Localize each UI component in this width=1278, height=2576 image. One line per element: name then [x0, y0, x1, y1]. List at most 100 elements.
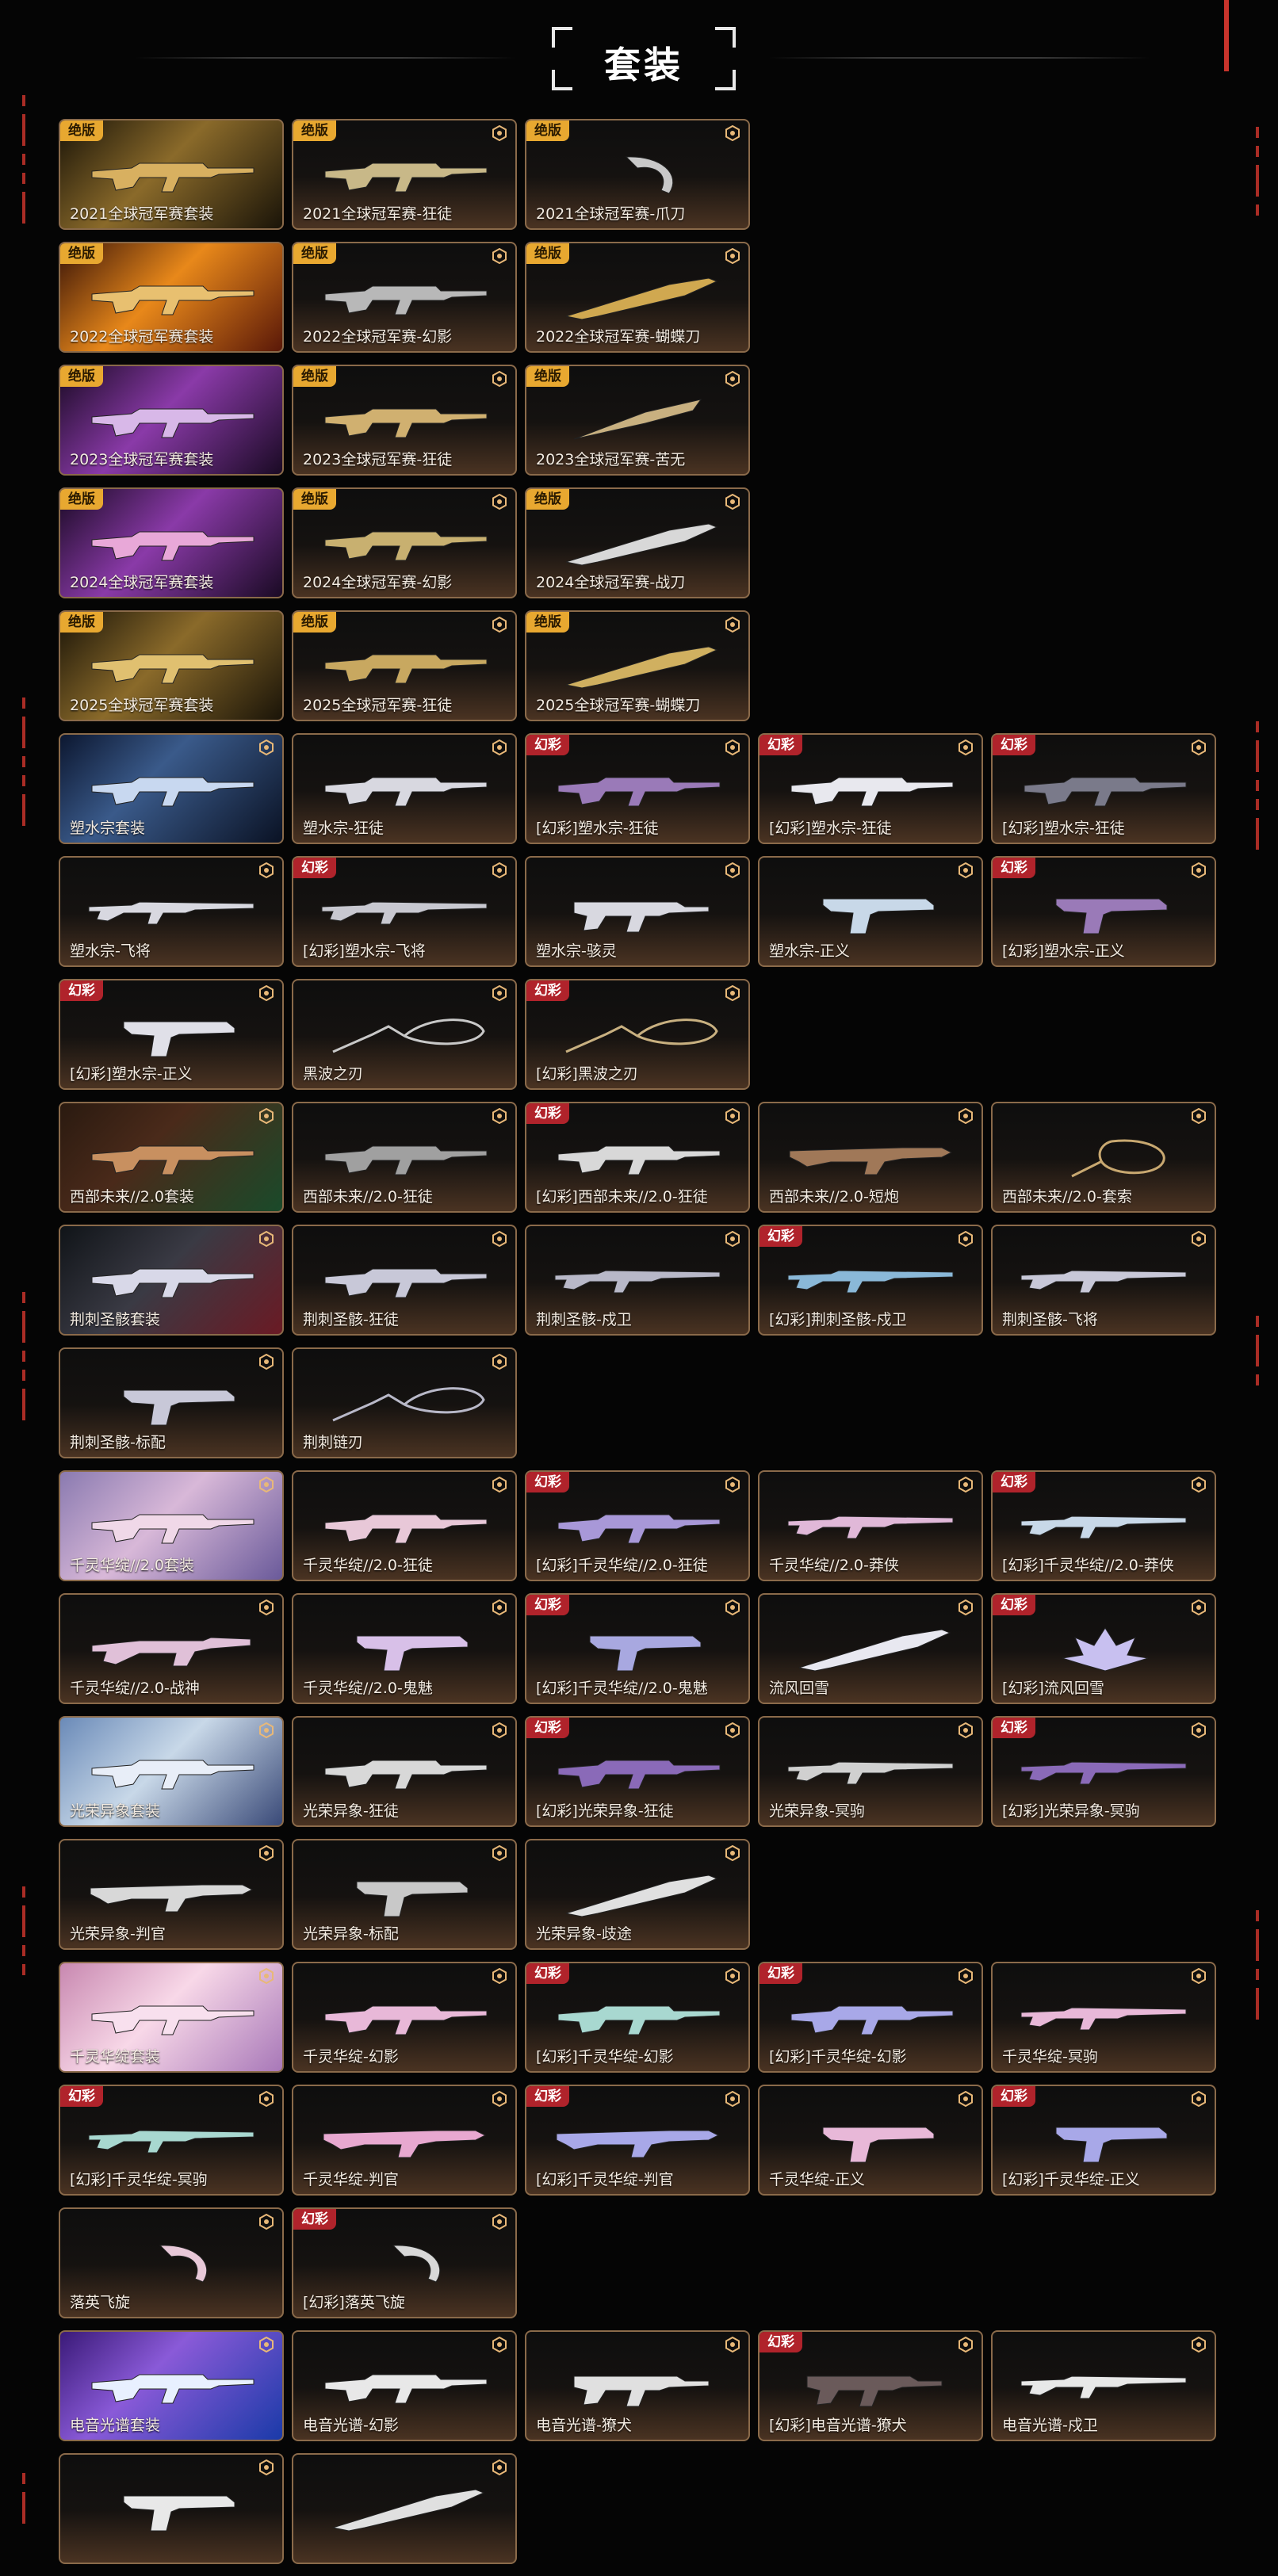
bundle-card[interactable]: 千灵华绽//2.0套装 [59, 1470, 284, 1581]
skin-card[interactable] [59, 2453, 284, 2564]
knife-icon [565, 1875, 718, 1917]
skin-card[interactable]: 塑水宗-飞将 [59, 856, 284, 967]
rifle-icon [91, 1514, 254, 1544]
skin-card[interactable]: 绝版 2023全球冠军赛-苦无 [525, 365, 750, 476]
rifle-icon [324, 1268, 488, 1298]
sniper-icon [1020, 1270, 1187, 1294]
bundle-card[interactable]: 绝版 2021全球冠军赛套装 [59, 119, 284, 230]
tier-icon [259, 1354, 274, 1370]
skin-card[interactable]: 幻彩 [幻彩]千灵华绽-判官 [525, 2085, 750, 2196]
skin-card[interactable]: 千灵华绽//2.0-鬼魅 [292, 1593, 517, 1704]
skin-card[interactable]: 幻彩 [幻彩]塑水宗-正义 [59, 979, 284, 1090]
bundle-card[interactable]: 绝版 2023全球冠军赛套装 [59, 365, 284, 476]
skin-card[interactable]: 千灵华绽-判官 [292, 2085, 517, 2196]
bundle-card[interactable]: 塑水宗套装 [59, 733, 284, 844]
skin-card[interactable]: 绝版 2021全球冠军赛-狂徒 [292, 119, 517, 230]
chroma-badge: 幻彩 [60, 2086, 103, 2107]
skin-card[interactable]: 电音光谱-戍卫 [991, 2330, 1216, 2441]
skin-card[interactable]: 西部未来//2.0-短炮 [758, 1102, 983, 1213]
skin-card[interactable]: 幻彩 [幻彩]塑水宗-正义 [991, 856, 1216, 967]
bundle-card[interactable]: 西部未来//2.0套装 [59, 1102, 284, 1213]
skin-card[interactable]: 幻彩 [幻彩]塑水宗-狂徒 [991, 733, 1216, 844]
skin-card[interactable]: 幻彩 [幻彩]荆刺圣骸-戍卫 [758, 1225, 983, 1336]
chroma-badge: 幻彩 [993, 1472, 1035, 1492]
tier-icon [259, 2459, 274, 2475]
skin-card[interactable]: 千灵华绽//2.0-狂徒 [292, 1470, 517, 1581]
bundle-card[interactable]: 绝版 2022全球冠军赛套装 [59, 242, 284, 353]
skin-name: [幻彩]塑水宗-狂徒 [769, 820, 892, 837]
sniper-icon [1020, 1515, 1187, 1539]
skin-name: 2021全球冠军赛套装 [70, 205, 214, 223]
skin-card[interactable]: 幻彩 [幻彩]塑水宗-狂徒 [525, 733, 750, 844]
skin-card[interactable]: 光荣异象-冥驹 [758, 1716, 983, 1827]
skin-card[interactable]: 幻彩 [幻彩]黑波之刃 [525, 979, 750, 1090]
skin-card[interactable]: 塑水宗-骇灵 [525, 856, 750, 967]
skin-card[interactable]: 绝版 2025全球冠军赛-狂徒 [292, 610, 517, 721]
skin-card[interactable]: 塑水宗-正义 [758, 856, 983, 967]
skin-name: 荆刺圣骸套装 [70, 1311, 161, 1328]
skin-card[interactable]: 幻彩 [幻彩]千灵华绽-正义 [991, 2085, 1216, 2196]
skin-card[interactable]: 绝版 2024全球冠军赛-幻影 [292, 487, 517, 598]
skin-card[interactable]: 光荣异象-标配 [292, 1839, 517, 1950]
skin-card[interactable]: 荆刺圣骸-狂徒 [292, 1225, 517, 1336]
skin-card[interactable]: 落英飞旋 [59, 2207, 284, 2318]
skin-card[interactable]: 电音光谱-幻影 [292, 2330, 517, 2441]
bundle-card[interactable]: 绝版 2024全球冠军赛套装 [59, 487, 284, 598]
skin-card[interactable]: 幻彩 [幻彩]流风回雪 [991, 1593, 1216, 1704]
skin-card[interactable]: 幻彩 [幻彩]千灵华绽-幻影 [525, 1962, 750, 2073]
bundle-card[interactable]: 电音光谱套装 [59, 2330, 284, 2441]
skin-card[interactable]: 西部未来//2.0-狂徒 [292, 1102, 517, 1213]
skin-card[interactable]: 千灵华绽//2.0-莽侠 [758, 1470, 983, 1581]
skin-card[interactable]: 绝版 2025全球冠军赛-蝴蝶刀 [525, 610, 750, 721]
skin-card[interactable]: 绝版 2022全球冠军赛-幻影 [292, 242, 517, 353]
skin-card[interactable]: 幻彩 [幻彩]千灵华绽//2.0-莽侠 [991, 1470, 1216, 1581]
skin-card[interactable]: 荆刺圣骸-标配 [59, 1347, 284, 1458]
skin-card[interactable]: 幻彩 [幻彩]西部未来//2.0-狂徒 [525, 1102, 750, 1213]
tier-icon [725, 125, 740, 141]
skin-card[interactable] [292, 2453, 517, 2564]
skin-card[interactable]: 荆刺链刃 [292, 1347, 517, 1458]
skin-card[interactable]: 幻彩 [幻彩]千灵华绽//2.0-鬼魅 [525, 1593, 750, 1704]
skin-card[interactable]: 绝版 2022全球冠军赛-蝴蝶刀 [525, 242, 750, 353]
skin-card[interactable]: 千灵华绽-正义 [758, 2085, 983, 2196]
skin-card[interactable]: 幻彩 [幻彩]落英飞旋 [292, 2207, 517, 2318]
bundle-card[interactable]: 光荣异象套装 [59, 1716, 284, 1827]
skin-card[interactable]: 黑波之刃 [292, 979, 517, 1090]
tier-icon [492, 1231, 507, 1247]
skin-card[interactable]: 绝版 2024全球冠军赛-战刀 [525, 487, 750, 598]
skin-name: 2022全球冠军赛-蝴蝶刀 [536, 328, 701, 346]
skin-card[interactable]: 西部未来//2.0-套索 [991, 1102, 1216, 1213]
bundle-card[interactable]: 千灵华绽套装 [59, 1962, 284, 2073]
bundle-card[interactable]: 荆刺圣骸套装 [59, 1225, 284, 1336]
skin-card[interactable]: 幻彩 [幻彩]电音光谱-獠犬 [758, 2330, 983, 2441]
skin-card[interactable]: 塑水宗-狂徒 [292, 733, 517, 844]
skin-card[interactable]: 光荣异象-判官 [59, 1839, 284, 1950]
skin-name: 电音光谱-戍卫 [1002, 2417, 1098, 2434]
left-decoration [22, 690, 27, 834]
skin-card[interactable]: 幻彩 [幻彩]塑水宗-飞将 [292, 856, 517, 967]
skin-name: 2021全球冠军赛-狂徒 [303, 205, 453, 223]
skin-card[interactable]: 电音光谱-獠犬 [525, 2330, 750, 2441]
skin-card[interactable]: 幻彩 [幻彩]千灵华绽//2.0-狂徒 [525, 1470, 750, 1581]
skin-card[interactable]: 光荣异象-狂徒 [292, 1716, 517, 1827]
skin-name: 2024全球冠军赛套装 [70, 574, 214, 591]
skin-card[interactable]: 荆刺圣骸-戍卫 [525, 1225, 750, 1336]
skin-card[interactable]: 绝版 2021全球冠军赛-爪刀 [525, 119, 750, 230]
skin-row: 绝版 2022全球冠军赛套装 绝版 2022全球冠军赛-幻影 绝版 2022全球冠军赛-蝴… [59, 242, 1224, 357]
skin-card[interactable]: 千灵华绽//2.0-战神 [59, 1593, 284, 1704]
skin-card[interactable]: 幻彩 [幻彩]光荣异象-狂徒 [525, 1716, 750, 1827]
bundle-card[interactable]: 绝版 2025全球冠军赛套装 [59, 610, 284, 721]
right-decoration [1256, 713, 1261, 858]
skin-card[interactable]: 绝版 2023全球冠军赛-狂徒 [292, 365, 517, 476]
skin-card[interactable]: 荆刺圣骸-飞将 [991, 1225, 1216, 1336]
skin-card[interactable]: 千灵华绽-幻影 [292, 1962, 517, 2073]
skin-card[interactable]: 幻彩 [幻彩]塑水宗-狂徒 [758, 733, 983, 844]
skin-card[interactable]: 幻彩 [幻彩]千灵华绽-幻影 [758, 1962, 983, 2073]
tier-icon [492, 2459, 507, 2475]
rifle-icon [91, 285, 254, 315]
skin-card[interactable]: 幻彩 [幻彩]千灵华绽-冥驹 [59, 2085, 284, 2196]
skin-card[interactable]: 流风回雪 [758, 1593, 983, 1704]
skin-card[interactable]: 光荣异象-歧途 [525, 1839, 750, 1950]
skin-card[interactable]: 千灵华绽-冥驹 [991, 1962, 1216, 2073]
skin-card[interactable]: 幻彩 [幻彩]光荣异象-冥驹 [991, 1716, 1216, 1827]
